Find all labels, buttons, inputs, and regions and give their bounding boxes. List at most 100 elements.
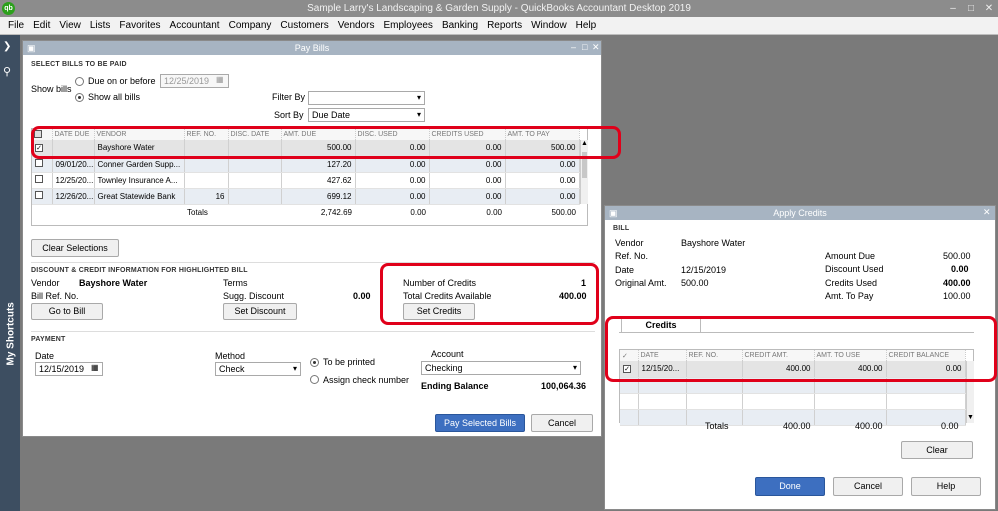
apply-credits-title: Apply Credits: [605, 206, 995, 220]
cell-disc-date: [228, 172, 282, 189]
cell-ref: [184, 172, 229, 189]
sort-by-dropdown[interactable]: Due Date: [308, 108, 425, 122]
app-title: Sample Larry's Landscaping & Garden Supp…: [307, 3, 691, 14]
clear-button[interactable]: Clear: [901, 441, 973, 459]
cell-credits-used[interactable]: 0.00: [429, 188, 506, 205]
done-button[interactable]: Done: [755, 477, 825, 496]
set-discount-button[interactable]: Set Discount: [223, 303, 297, 320]
table-row[interactable]: 12/25/20... Townley Insurance A... 427.6…: [32, 172, 580, 189]
amount-due-label: Amount Due: [825, 251, 876, 261]
assign-check-label: Assign check number: [323, 375, 410, 385]
window-menu-icon[interactable]: ▣: [609, 208, 618, 219]
close-icon[interactable]: ✕: [592, 42, 600, 53]
pay-bills-window: Pay Bills ▣ – □ ✕ SELECT BILLS TO BE PAI…: [22, 40, 621, 437]
cancel-button[interactable]: Cancel: [833, 477, 903, 496]
maximize-icon[interactable]: □: [964, 2, 978, 15]
menu-lists[interactable]: Lists: [90, 20, 111, 31]
calendar-icon[interactable]: ▦: [91, 363, 99, 372]
calendar-icon[interactable]: ▦: [216, 75, 224, 84]
due-on-before-label: Due on or before: [88, 76, 156, 86]
section-payment: PAYMENT: [31, 336, 66, 343]
method-dropdown[interactable]: Check: [215, 362, 301, 376]
row-checkbox[interactable]: [35, 159, 43, 167]
close-icon[interactable]: ✕: [983, 207, 991, 218]
cell-ref: 16: [184, 188, 229, 205]
ending-balance-label: Ending Balance: [421, 381, 489, 391]
amt-to-pay-label: Amt. To Pay: [825, 291, 874, 301]
total-amt-to-use: 400.00: [855, 421, 883, 431]
cell-vendor: Great Statewide Bank: [94, 188, 185, 205]
menu-employees[interactable]: Employees: [383, 20, 432, 31]
total-amt-to-pay: 500.00: [551, 207, 576, 217]
highlight-credits-info: [380, 263, 599, 325]
totals-row: Totals 2,742.69 0.00 0.00 500.00: [32, 204, 579, 220]
vendor-value: Bayshore Water: [681, 238, 746, 248]
menu-reports[interactable]: Reports: [487, 20, 522, 31]
vendor-label: Vendor: [615, 238, 644, 248]
total-amt-due: 2,742.69: [320, 207, 352, 217]
minimize-icon[interactable]: –: [571, 42, 576, 52]
menu-file[interactable]: File: [8, 20, 24, 31]
menu-company[interactable]: Company: [229, 20, 272, 31]
show-all-bills-radio[interactable]: [75, 93, 84, 102]
bill-ref-label: Bill Ref. No.: [31, 291, 79, 301]
sugg-discount-label: Sugg. Discount: [223, 291, 285, 301]
assign-check-radio[interactable]: [310, 375, 319, 384]
maximize-icon[interactable]: □: [582, 42, 587, 52]
original-amt-label: Original Amt.: [615, 278, 667, 288]
cell-disc-used[interactable]: 0.00: [355, 172, 430, 189]
due-on-before-radio[interactable]: [75, 77, 84, 86]
date-value: 12/15/2019: [681, 265, 727, 275]
highlight-bill-row: [31, 126, 621, 159]
help-button[interactable]: Help: [911, 477, 981, 496]
method-label: Method: [215, 351, 246, 361]
row-checkbox[interactable]: [35, 191, 43, 199]
my-shortcuts-label[interactable]: My Shortcuts: [6, 256, 17, 365]
amount-due-value: 500.00: [943, 251, 971, 261]
cell-date: 12/25/20...: [52, 172, 95, 189]
table-row[interactable]: 12/26/20... Great Statewide Bank 16 699.…: [32, 188, 580, 205]
cell-amt-to-pay[interactable]: 0.00: [505, 172, 580, 189]
window-menu-icon[interactable]: ▣: [27, 43, 36, 54]
go-to-bill-button[interactable]: Go to Bill: [31, 303, 103, 320]
clear-selections-button[interactable]: Clear Selections: [31, 239, 119, 257]
cancel-button[interactable]: Cancel: [531, 414, 593, 432]
minimize-icon[interactable]: –: [946, 2, 960, 15]
totals-label: Totals: [705, 421, 729, 431]
menu-customers[interactable]: Customers: [280, 20, 328, 31]
menu-banking[interactable]: Banking: [442, 20, 478, 31]
menu-favorites[interactable]: Favorites: [119, 20, 160, 31]
pay-selected-bills-button[interactable]: Pay Selected Bills: [435, 414, 525, 432]
discount-used-value: 0.00: [951, 264, 969, 274]
menu-help[interactable]: Help: [576, 20, 597, 31]
menu-window[interactable]: Window: [531, 20, 567, 31]
original-amt-value: 500.00: [681, 278, 709, 288]
cell-credits-used[interactable]: 0.00: [429, 172, 506, 189]
menu-vendors[interactable]: Vendors: [338, 20, 375, 31]
row-checkbox[interactable]: [35, 175, 43, 183]
expand-arrow-icon[interactable]: ❯: [3, 41, 11, 52]
total-credit-balance: 0.00: [941, 421, 959, 431]
account-label: Account: [431, 349, 464, 359]
close-icon[interactable]: ✕: [982, 2, 996, 15]
cell-disc-date: [228, 188, 282, 205]
search-icon[interactable]: ⚲: [3, 65, 11, 78]
section-select-bills: SELECT BILLS TO BE PAID: [31, 61, 127, 68]
to-be-printed-radio[interactable]: [310, 358, 319, 367]
cell-amt-to-pay[interactable]: 0.00: [505, 188, 580, 205]
menu-edit[interactable]: Edit: [33, 20, 50, 31]
cell-disc-used[interactable]: 0.00: [355, 188, 430, 205]
scroll-down-icon[interactable]: ▼: [967, 414, 974, 421]
discount-used-label: Discount Used: [825, 264, 884, 274]
filter-by-dropdown[interactable]: [308, 91, 425, 105]
date-label: Date: [615, 265, 635, 275]
ref-no-label: Ref. No.: [615, 251, 649, 261]
sugg-discount-value: 0.00: [353, 291, 371, 301]
vendor-label: Vendor: [31, 278, 60, 288]
show-bills-label: Show bills: [31, 84, 72, 94]
menu-accountant[interactable]: Accountant: [170, 20, 220, 31]
cell-amt-due: 699.12: [281, 188, 356, 205]
account-dropdown[interactable]: Checking: [421, 361, 581, 375]
show-all-bills-label: Show all bills: [88, 92, 141, 102]
menu-view[interactable]: View: [59, 20, 81, 31]
